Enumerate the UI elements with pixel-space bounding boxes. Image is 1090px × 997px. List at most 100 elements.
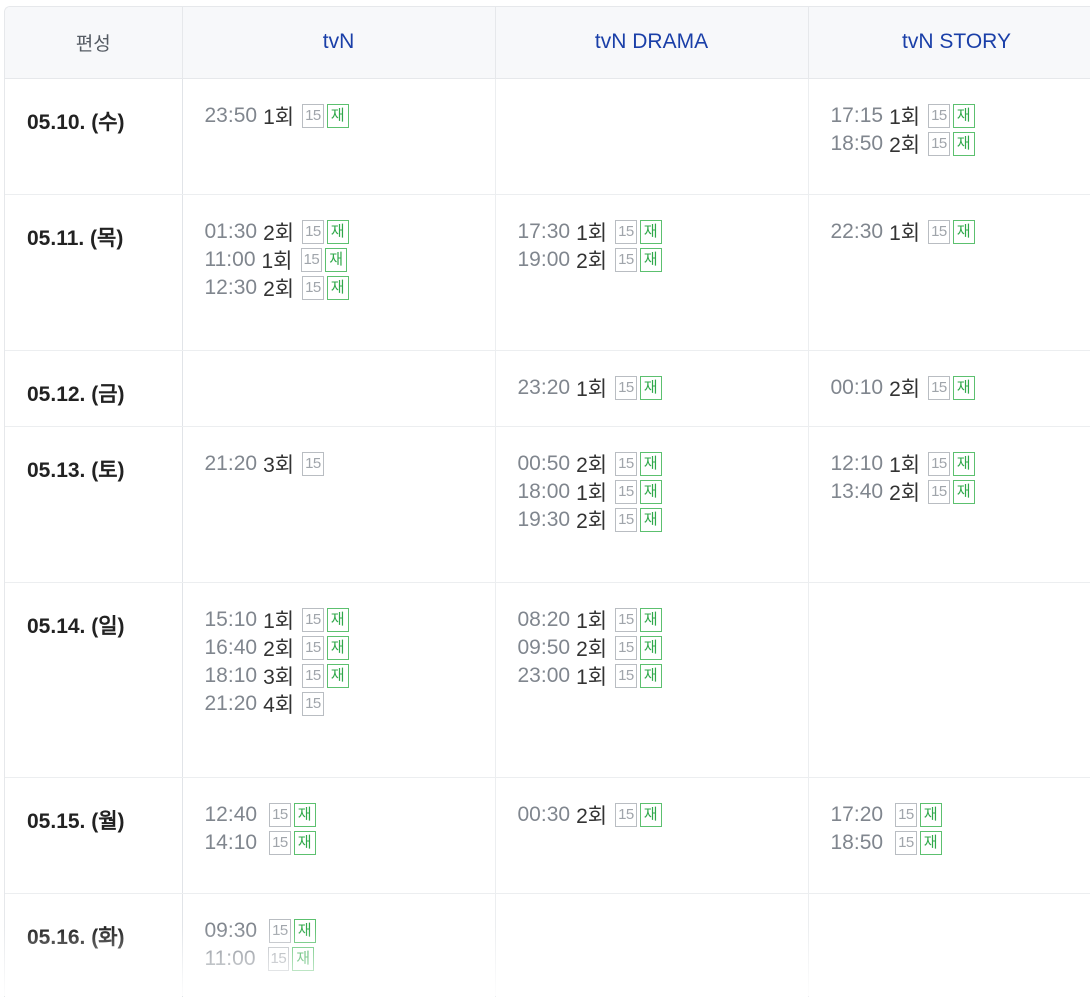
schedule-cell: 15:101회15재16:402회15재18:103회15재21:204회15	[182, 582, 495, 777]
channel-header-tvn[interactable]: tvN	[182, 7, 495, 78]
episode-number: 4회	[263, 689, 294, 719]
rerun-badge: 재	[640, 508, 662, 532]
channel-header-tvn-story[interactable]: tvN STORY	[808, 7, 1090, 78]
broadcast-time: 23:00	[518, 664, 571, 688]
rerun-badge: 재	[920, 831, 942, 855]
broadcast-entry[interactable]: 21:203회 15	[205, 444, 495, 484]
broadcast-entry[interactable]: 22:301회15재	[831, 212, 1090, 252]
broadcast-time: 11:00	[205, 248, 256, 272]
broadcast-entry[interactable]: 23:201회15재	[518, 368, 808, 408]
broadcast-time: 16:40	[205, 636, 258, 660]
age-rating-badge: 15	[615, 452, 637, 476]
schedule-row: 05.11. (목)01:302회15재11:001회15재12:302회15재…	[5, 194, 1090, 350]
episode-number: 1회	[889, 101, 920, 131]
date-label: 05.12. (금)	[5, 350, 182, 426]
broadcast-time: 23:20	[518, 376, 571, 400]
age-rating-badge: 15	[928, 132, 950, 156]
schedule-cell: 00:302회15재	[495, 777, 808, 893]
rerun-badge: 재	[294, 803, 316, 827]
broadcast-entry[interactable]: 19:002회15재	[518, 240, 808, 280]
schedule-cell	[495, 78, 808, 194]
broadcast-entry[interactable]: 18:5015재	[831, 823, 1090, 863]
broadcast-entry[interactable]: 00:302회15재	[518, 795, 808, 835]
episode-number: 1회	[889, 217, 920, 247]
broadcast-time: 12:10	[831, 452, 884, 476]
date-label: 05.10. (수)	[5, 78, 182, 194]
header-row: 편성 tvN tvN DRAMA tvN STORY	[5, 7, 1090, 78]
rerun-badge: 재	[327, 608, 349, 632]
age-rating-badge: 15	[302, 452, 324, 476]
episode-number: 1회	[263, 101, 294, 131]
age-rating-badge: 15	[895, 803, 917, 827]
broadcast-time: 00:30	[518, 803, 571, 827]
broadcast-time: 08:20	[518, 608, 571, 632]
schedule-table-container: 편성 tvN tvN DRAMA tvN STORY 05.10. (수) 23:…	[4, 6, 1090, 997]
episode-number: 2회	[576, 633, 607, 663]
episode-number: 3회	[263, 661, 294, 691]
age-rating-badge: 15	[615, 376, 637, 400]
rerun-badge: 재	[292, 947, 314, 971]
broadcast-time: 21:20	[205, 452, 258, 476]
broadcast-entry[interactable]: 13:402회15재	[831, 472, 1090, 512]
episode-number: 1회	[263, 605, 294, 635]
schedule-cell: 21:203회 15	[182, 426, 495, 582]
schedule-cell: 01:302회15재11:001회15재12:302회15재	[182, 194, 495, 350]
rerun-badge: 재	[325, 248, 347, 272]
schedule-cell: 23:501회15재	[182, 78, 495, 194]
broadcast-time: 17:15	[831, 104, 884, 128]
broadcast-entry[interactable]: 18:502회15재	[831, 124, 1090, 164]
schedule-row: 05.13. (토)21:203회1500:502회15재18:001회15재1…	[5, 426, 1090, 582]
broadcast-time: 00:50	[518, 452, 571, 476]
rerun-badge: 재	[640, 220, 662, 244]
schedule-cell: 00:102회15재	[808, 350, 1090, 426]
broadcast-time: 19:30	[518, 508, 571, 532]
schedule-cell	[808, 582, 1090, 777]
schedule-row: 05.12. (금) 23:201회15재 00:102회15재	[5, 350, 1090, 426]
broadcast-entry[interactable]: 23:501회15재	[205, 96, 495, 136]
age-rating-badge: 15	[302, 692, 324, 716]
schedule-cell	[182, 350, 495, 426]
schedule-cell: 00:502회15재18:001회15재19:302회15재	[495, 426, 808, 582]
rerun-badge: 재	[640, 452, 662, 476]
broadcast-entry[interactable]: 21:204회15	[205, 684, 495, 724]
age-rating-badge: 15	[615, 220, 637, 244]
episode-number: 1회	[576, 605, 607, 635]
age-rating-badge: 15	[269, 803, 291, 827]
broadcast-entry[interactable]: 14:1015재	[205, 823, 495, 863]
age-rating-badge: 15	[615, 608, 637, 632]
episode-number: 2회	[889, 373, 920, 403]
broadcast-entry[interactable]: 11:0015재	[205, 939, 495, 979]
rerun-badge: 재	[327, 636, 349, 660]
age-rating-badge: 15	[615, 480, 637, 504]
broadcast-entry[interactable]: 23:001회15재	[518, 656, 808, 696]
schedule-cell: 12:101회15재13:402회15재	[808, 426, 1090, 582]
age-rating-badge: 15	[301, 248, 323, 272]
broadcast-time: 09:30	[205, 919, 258, 943]
age-rating-badge: 15	[269, 831, 291, 855]
channel-header-tvn-drama[interactable]: tvN DRAMA	[495, 7, 808, 78]
broadcast-time: 00:10	[831, 376, 884, 400]
schedule-cell: 09:30 15재11:0015재	[182, 893, 495, 997]
broadcast-entry[interactable]: 00:102회15재	[831, 368, 1090, 408]
episode-number: 3회	[263, 449, 294, 479]
broadcast-time: 22:30	[831, 220, 884, 244]
rerun-badge: 재	[640, 636, 662, 660]
age-rating-badge: 15	[268, 947, 290, 971]
schedule-cell: 23:201회15재	[495, 350, 808, 426]
broadcast-time: 15:10	[205, 608, 258, 632]
age-rating-badge: 15	[615, 248, 637, 272]
age-rating-badge: 15	[615, 636, 637, 660]
schedule-row: 05.14. (일)15:101회15재16:402회15재18:103회15재…	[5, 582, 1090, 777]
schedule-cell: 17:2015재18:5015재	[808, 777, 1090, 893]
broadcast-time: 18:50	[831, 831, 884, 855]
broadcast-entry[interactable]: 19:302회15재	[518, 500, 808, 540]
rerun-badge: 재	[953, 220, 975, 244]
broadcast-time: 18:00	[518, 480, 571, 504]
broadcast-time: 18:50	[831, 132, 884, 156]
broadcast-entry[interactable]: 12:302회15재	[205, 268, 495, 308]
broadcast-time: 19:00	[518, 248, 571, 272]
rerun-badge: 재	[327, 104, 349, 128]
age-rating-badge: 15	[302, 608, 324, 632]
rerun-badge: 재	[953, 104, 975, 128]
schedule-cell: 17:151회 15재18:502회15재	[808, 78, 1090, 194]
